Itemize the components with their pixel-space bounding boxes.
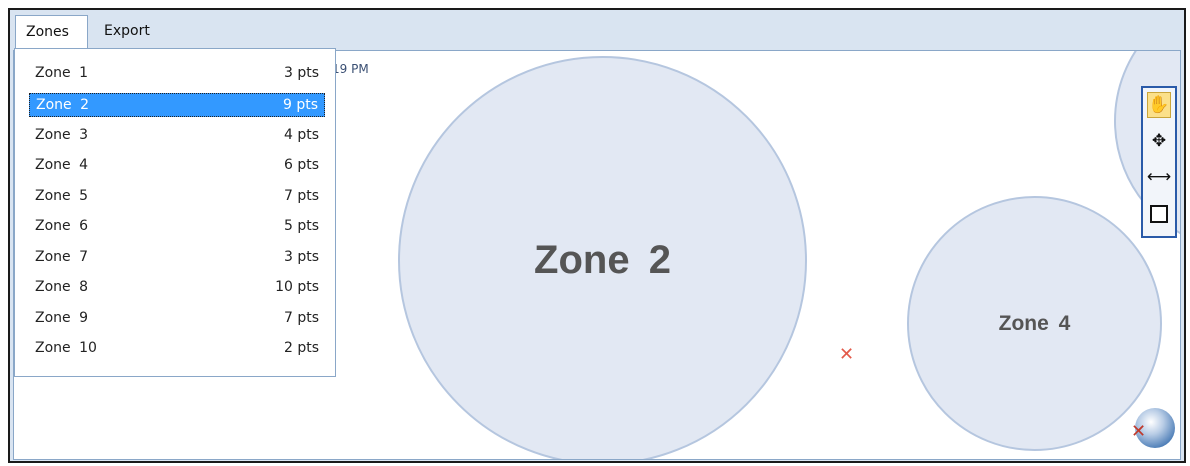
tab-zones[interactable]: Zones (15, 15, 88, 48)
zone-list-item[interactable]: Zone 3 4 pts (29, 124, 325, 148)
zone-name: Zone 2 (36, 97, 89, 113)
zone-circle-4[interactable]: Zone 4 (907, 196, 1162, 451)
zone-points: 3 pts (283, 249, 319, 265)
zone-points: 4 pts (283, 127, 319, 143)
zone-points: 3 pts (283, 65, 319, 81)
zone-list-item[interactable]: Zone 2 9 pts (29, 93, 325, 117)
zone-name: Zone 7 (35, 249, 88, 265)
zone-circle-label: Zone 4 (998, 311, 1071, 335)
zone-name: Zone 4 (35, 157, 88, 173)
tab-bar: Zones Export (10, 10, 1184, 50)
zone-list-item[interactable]: Zone 1 3 pts (29, 62, 325, 86)
map-toolbar: ✋ ✥ ⟷ (1141, 86, 1177, 238)
point-marker-icon[interactable]: ✕ (839, 346, 854, 364)
zones-dropdown: Zone 1 3 pts Zone 2 9 pts Zone 3 4 pts Z… (14, 48, 336, 377)
zone-name: Zone 6 (35, 218, 88, 234)
zone-points: 7 pts (283, 188, 319, 204)
zone-name: Zone 1 (35, 65, 88, 81)
zone-points: 5 pts (283, 218, 319, 234)
hand-pan-icon[interactable]: ✋ (1147, 92, 1171, 118)
point-marker-icon[interactable]: ✕ (1131, 423, 1146, 441)
zone-list-item[interactable]: Zone 5 7 pts (29, 185, 325, 209)
zone-points: 10 pts (275, 279, 319, 295)
zone-name: Zone 5 (35, 188, 88, 204)
zone-list-item[interactable]: Zone 8 10 pts (29, 276, 325, 300)
zone-list-item[interactable]: Zone 6 5 pts (29, 215, 325, 239)
zone-list-item[interactable]: Zone 4 6 pts (29, 154, 325, 178)
zone-points: 7 pts (283, 310, 319, 326)
zone-list-item[interactable]: Zone 9 7 pts (29, 307, 325, 331)
app-window: Zones Export :19 PM Zone 2 Zone 4 ✕ ✕ ✋ … (8, 8, 1186, 463)
zone-name: Zone 8 (35, 279, 88, 295)
tab-export[interactable]: Export (100, 15, 180, 48)
zone-list-item[interactable]: Zone 7 3 pts (29, 246, 325, 270)
zone-name: Zone 9 (35, 310, 88, 326)
zone-points: 9 pts (282, 97, 318, 113)
zone-circle-label: Zone 2 (534, 238, 671, 282)
zone-points: 2 pts (283, 340, 319, 356)
zone-name: Zone 3 (35, 127, 88, 143)
zone-points: 6 pts (283, 157, 319, 173)
horizontal-resize-icon[interactable]: ⟷ (1147, 164, 1171, 190)
zone-circle-2[interactable]: Zone 2 (398, 56, 807, 459)
move-icon[interactable]: ✥ (1147, 128, 1171, 154)
fullscreen-icon[interactable] (1147, 201, 1171, 227)
zone-name: Zone 10 (35, 340, 97, 356)
zone-list-item[interactable]: Zone 10 2 pts (29, 337, 325, 361)
